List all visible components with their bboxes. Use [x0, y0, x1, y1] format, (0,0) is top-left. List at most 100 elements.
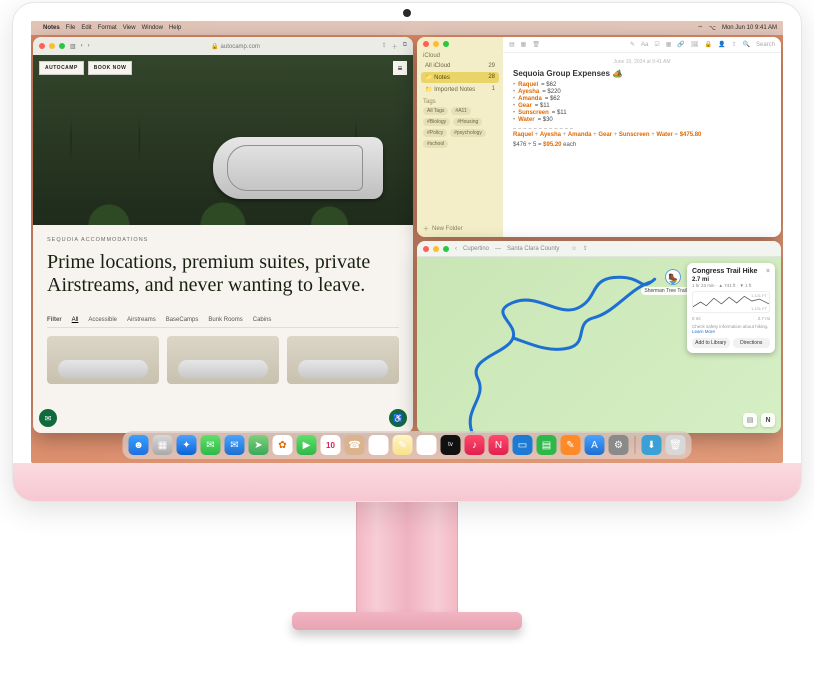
zoom-icon[interactable] — [59, 43, 65, 49]
listing-card[interactable] — [47, 336, 159, 384]
menubar-app-name[interactable]: Notes — [43, 25, 60, 31]
compass-button[interactable]: N — [761, 413, 775, 427]
window-controls[interactable] — [39, 43, 65, 49]
delete-icon[interactable]: 🗑 — [532, 41, 540, 48]
share-icon[interactable]: ⇪ — [731, 41, 736, 48]
tag-item[interactable]: #A11 — [451, 107, 470, 115]
dock-music-icon[interactable]: ♪ — [465, 435, 485, 455]
menu-help[interactable]: Help — [169, 25, 181, 31]
share-icon[interactable]: ⇪ — [382, 42, 387, 51]
bookmark-icon[interactable]: ☆ — [571, 245, 576, 252]
menu-view[interactable]: View — [123, 25, 136, 31]
collab-icon[interactable]: 👤 — [718, 41, 725, 48]
address-bar[interactable]: 🔒 autocamp.com — [95, 43, 377, 50]
menubar-clock[interactable]: Mon Jun 10 9:41 AM — [722, 25, 777, 31]
dock-finder-icon[interactable]: ☻ — [129, 435, 149, 455]
link-icon[interactable]: 🔗 — [677, 41, 684, 48]
menu-format[interactable]: Format — [98, 25, 117, 31]
menu-edit[interactable]: Edit — [81, 25, 91, 31]
site-menu-button[interactable]: ≡ — [393, 61, 407, 75]
table-icon[interactable]: ▦ — [666, 41, 672, 48]
filter-all[interactable]: All — [72, 317, 79, 323]
zoom-icon[interactable] — [443, 41, 449, 47]
dock-facetime-icon[interactable]: ▶ — [297, 435, 317, 455]
sidebar-icon[interactable]: ▥ — [70, 43, 76, 50]
minimize-icon[interactable] — [49, 43, 55, 49]
dock-mail-icon[interactable]: ✉ — [225, 435, 245, 455]
dock-settings-icon[interactable]: ⚙ — [609, 435, 629, 455]
media-icon[interactable]: 🖼 — [691, 41, 699, 48]
tag-all[interactable]: All Tags — [423, 107, 448, 115]
dock-numbers-icon[interactable]: ▤ — [537, 435, 557, 455]
search-icon[interactable]: 🔍 — [743, 41, 750, 48]
tag-item[interactable]: #Policy — [423, 129, 447, 137]
tag-item[interactable]: #school — [423, 140, 448, 148]
learn-more-link[interactable]: Learn More — [692, 329, 715, 334]
filter-accessible[interactable]: Accessible — [88, 317, 117, 323]
accessibility-fab[interactable]: ♿ — [389, 409, 407, 427]
gallery-view-icon[interactable]: ▦ — [521, 41, 527, 48]
tag-item[interactable]: #psychology — [450, 129, 486, 137]
sidebar-row-imported[interactable]: 📁 Imported Notes1 — [417, 84, 503, 95]
checklist-icon[interactable]: ☑ — [654, 41, 659, 48]
tag-item[interactable]: #Housing — [453, 118, 482, 126]
window-controls[interactable] — [417, 37, 503, 51]
dock-trash-icon[interactable]: 🗑 — [666, 435, 686, 455]
menu-file[interactable]: File — [66, 25, 76, 31]
dock-safari-icon[interactable]: ✦ — [177, 435, 197, 455]
wifi-icon[interactable]: ⌔ — [697, 24, 703, 32]
dock-news-icon[interactable]: N — [489, 435, 509, 455]
minimize-icon[interactable] — [433, 41, 439, 47]
compose-icon[interactable]: ✎ — [630, 41, 635, 48]
minimize-icon[interactable] — [433, 246, 439, 252]
new-folder-button[interactable]: ＋ New Folder — [417, 220, 503, 237]
sidebar-row-all-icloud[interactable]: All iCloud29 — [417, 61, 503, 71]
filter-bunkrooms[interactable]: Bunk Rooms — [208, 317, 242, 323]
filter-cabins[interactable]: Cabins — [253, 317, 272, 323]
add-to-library-button[interactable]: Add to Library — [692, 338, 730, 348]
dock-keynote-icon[interactable]: ▭ — [513, 435, 533, 455]
dock-photos-icon[interactable]: ✿ — [273, 435, 293, 455]
dock-messages-icon[interactable]: ✉ — [201, 435, 221, 455]
back-icon[interactable]: ‹ — [455, 246, 457, 252]
dock-reminders-icon[interactable]: ☑ — [369, 435, 389, 455]
list-view-icon[interactable]: ▤ — [509, 41, 515, 48]
lock-icon[interactable]: 🔒 — [705, 41, 712, 48]
back-icon[interactable]: ‹ — [81, 43, 83, 49]
chat-fab[interactable]: ✉ — [39, 409, 57, 427]
card-close-icon[interactable]: × — [766, 268, 770, 275]
directions-button[interactable]: Directions — [733, 338, 771, 348]
zoom-icon[interactable] — [443, 246, 449, 252]
note-body[interactable]: June 10, 2024 at 9:41 AM Sequoia Group E… — [503, 53, 781, 154]
filter-airstreams[interactable]: Airstreams — [127, 317, 156, 323]
sidebar-row-notes[interactable]: 📁 Notes28 — [421, 72, 499, 83]
menu-window[interactable]: Window — [142, 25, 163, 31]
maps-dest[interactable]: Santa Clara County — [507, 246, 559, 252]
close-icon[interactable] — [39, 43, 45, 49]
dock-notes-icon[interactable]: ✎ — [393, 435, 413, 455]
close-icon[interactable] — [423, 41, 429, 47]
forward-icon[interactable]: › — [88, 43, 90, 49]
dock-contacts-icon[interactable]: ☎ — [345, 435, 365, 455]
tabs-icon[interactable]: ⧉ — [403, 42, 407, 51]
listing-card[interactable] — [167, 336, 279, 384]
control-center-icon[interactable]: ⌥ — [709, 25, 716, 32]
new-tab-icon[interactable]: ＋ — [392, 42, 398, 51]
share-icon[interactable]: ⇪ — [583, 245, 588, 252]
dock-launchpad-icon[interactable]: ▦ — [153, 435, 173, 455]
dock-downloads-icon[interactable]: ⬇ — [642, 435, 662, 455]
map-canvas[interactable]: 🥾 Sherman Tree Trailhead Congress Trail … — [417, 257, 781, 433]
format-icon[interactable]: Aa — [641, 42, 648, 48]
book-now-button[interactable]: BOOK NOW — [88, 61, 133, 75]
close-icon[interactable] — [423, 246, 429, 252]
filter-basecamps[interactable]: BaseCamps — [166, 317, 199, 323]
tag-item[interactable]: #Biology — [423, 118, 450, 126]
dock-tv-icon[interactable]: tv — [441, 435, 461, 455]
window-controls[interactable] — [423, 246, 449, 252]
maps-loc[interactable]: Cupertino — [463, 246, 489, 252]
site-logo[interactable]: AUTOCAMP — [39, 61, 84, 75]
dock-maps-icon[interactable]: ➤ — [249, 435, 269, 455]
listing-card[interactable] — [287, 336, 399, 384]
dock-appstore-icon[interactable]: A — [585, 435, 605, 455]
map-mode-button[interactable]: ▤ — [743, 413, 757, 427]
